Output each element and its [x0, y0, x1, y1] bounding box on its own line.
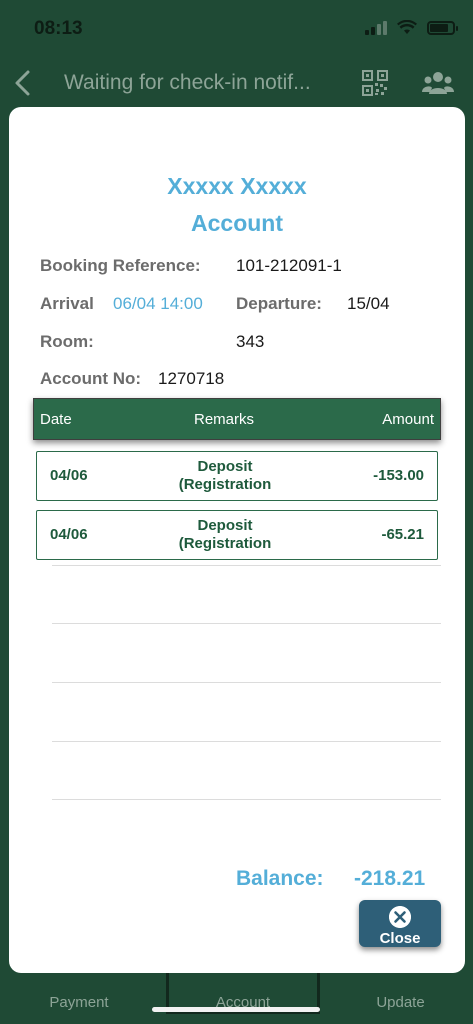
- status-icons: [365, 20, 458, 35]
- row-amount: -65.21: [381, 526, 424, 543]
- row-amount: -153.00: [373, 467, 424, 484]
- account-no-value: 1270718: [158, 369, 225, 388]
- room-value: 343: [236, 332, 265, 351]
- booking-reference-value: 101-212091-1: [236, 256, 342, 275]
- row-remarks-line1: Deposit: [197, 458, 253, 475]
- people-icon[interactable]: [422, 70, 454, 96]
- close-button-label: Close: [379, 930, 421, 947]
- tab-payment-label: Payment: [49, 994, 109, 1011]
- column-header-date: Date: [40, 411, 72, 428]
- guest-name: Xxxxx Xxxxx: [167, 173, 307, 199]
- room-label: Room:: [40, 332, 94, 351]
- account-table-header: Date Remarks Amount: [33, 398, 441, 440]
- account-no-label: Account No:: [40, 369, 142, 388]
- close-button[interactable]: Close: [359, 900, 441, 947]
- departure-label: Departure:: [236, 294, 322, 313]
- booking-reference-label: Booking Reference:: [40, 256, 201, 275]
- close-circle-icon: [389, 906, 411, 928]
- status-time: 08:13: [34, 18, 83, 39]
- status-bar: 08:13: [0, 0, 473, 58]
- battery-icon: [427, 20, 458, 35]
- arrival-value: 06/04 14:00: [113, 294, 203, 313]
- row-divider: [52, 623, 441, 624]
- row-divider: [52, 741, 441, 742]
- row-remarks-line2: (Registration: [178, 535, 272, 552]
- home-indicator[interactable]: [152, 1007, 320, 1012]
- table-row[interactable]: 04/06 Deposit (Registration -65.21: [36, 510, 438, 560]
- row-remarks: Deposit (Registration: [157, 458, 293, 494]
- balance-label: Balance:: [236, 867, 324, 890]
- wifi-icon: [397, 20, 417, 34]
- account-modal: Xxxxx Xxxxx Account Booking Reference: 1…: [9, 107, 465, 973]
- cellular-signal-icon: [365, 20, 387, 35]
- row-divider: [52, 565, 441, 566]
- row-divider: [52, 799, 441, 800]
- modal-heading: Account: [191, 210, 283, 236]
- row-date: 04/06: [50, 467, 88, 484]
- row-remarks: Deposit (Registration: [157, 517, 293, 553]
- table-row[interactable]: 04/06 Deposit (Registration -153.00: [36, 451, 438, 501]
- qr-code-icon[interactable]: [362, 70, 388, 96]
- navigation-bar: Waiting for check-in notif...: [0, 58, 473, 110]
- back-chevron-icon[interactable]: [8, 66, 38, 100]
- row-remarks-line2: (Registration: [178, 476, 272, 493]
- column-header-remarks: Remarks: [194, 411, 255, 428]
- balance-value: -218.21: [354, 867, 426, 890]
- page-title: Waiting for check-in notif...: [64, 71, 311, 94]
- row-remarks-line1: Deposit: [197, 517, 253, 534]
- departure-value: 15/04: [347, 294, 390, 313]
- arrival-label: Arrival: [40, 294, 94, 313]
- tab-update-label: Update: [376, 994, 425, 1011]
- column-header-amount: Amount: [382, 411, 434, 428]
- row-divider: [52, 682, 441, 683]
- row-date: 04/06: [50, 526, 88, 543]
